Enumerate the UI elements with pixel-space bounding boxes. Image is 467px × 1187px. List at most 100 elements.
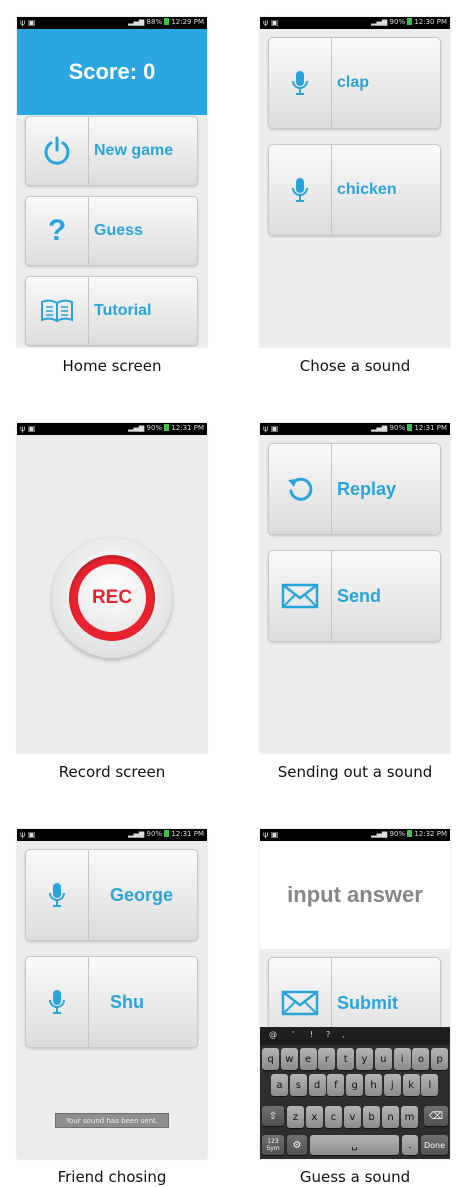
tutorial-label: Tutorial: [94, 302, 152, 319]
key-o[interactable]: o: [412, 1048, 430, 1070]
battery-percent: 90%: [146, 424, 163, 432]
caption-home: Home screen: [62, 357, 162, 375]
status-bar: ψ ▣ ▂▄▆ 90% 12:31 PM: [17, 423, 207, 435]
caption-friend: Friend chosing: [57, 1168, 167, 1186]
key-u[interactable]: u: [374, 1048, 392, 1070]
signal-icon: ▂▄▆: [128, 18, 145, 26]
key-l[interactable]: l: [421, 1074, 439, 1096]
battery-icon: [164, 830, 170, 837]
tutorial-button[interactable]: Tutorial: [25, 276, 198, 346]
settings-key[interactable]: ⚙: [287, 1135, 307, 1155]
key-v[interactable]: v: [344, 1106, 361, 1128]
question-icon: ?: [47, 214, 67, 247]
key-r[interactable]: r: [318, 1048, 336, 1070]
new-game-label: New game: [94, 142, 174, 159]
sound-chicken-button[interactable]: chicken: [268, 144, 441, 236]
period-key[interactable]: .: [402, 1135, 418, 1155]
battery-percent: 88%: [146, 18, 163, 26]
key-at[interactable]: @: [269, 1030, 277, 1039]
mic-icon: [269, 145, 331, 235]
status-bar: ψ ▣ ▂▄▆ 90% 12:30 PM: [260, 17, 450, 29]
key-y[interactable]: y: [356, 1048, 373, 1070]
score-text: Score: 0: [68, 59, 156, 84]
new-game-button[interactable]: New game: [25, 116, 198, 186]
shift-key[interactable]: ⇧: [262, 1106, 284, 1126]
space-key[interactable]: ␣: [310, 1135, 399, 1155]
key-f[interactable]: f: [327, 1074, 345, 1096]
battery-icon: [407, 18, 413, 25]
answer-input[interactable]: input answer: [260, 841, 450, 949]
status-time: 12:29 PM: [171, 18, 204, 26]
key-s[interactable]: s: [289, 1074, 307, 1096]
key-a[interactable]: a: [271, 1074, 288, 1096]
key-j[interactable]: j: [383, 1074, 401, 1096]
guess-screen: ψ ▣ ▂▄▆ 90% 12:32 PM input answer Submit…: [260, 829, 450, 1159]
key-p[interactable]: p: [431, 1048, 449, 1070]
replay-icon: [269, 444, 331, 534]
key-t[interactable]: t: [337, 1048, 355, 1070]
friend-george-button[interactable]: George: [25, 849, 198, 941]
guess-button[interactable]: ? Guess: [25, 196, 198, 266]
keyboard-row-2: asdfghjkl: [260, 1074, 450, 1096]
caption-sending: Sending out a sound: [277, 763, 433, 781]
battery-percent: 90%: [146, 830, 163, 838]
key-n[interactable]: n: [382, 1106, 399, 1128]
key-question[interactable]: ?: [326, 1030, 330, 1039]
battery-percent: 90%: [389, 424, 406, 432]
key-comma[interactable]: ,: [342, 1030, 345, 1039]
send-label: Send: [337, 585, 382, 606]
key-b[interactable]: b: [363, 1106, 380, 1128]
answer-placeholder: input answer: [287, 882, 423, 907]
sent-toast: Your sound has been sent.: [55, 1113, 169, 1128]
sending-screen: ψ ▣ ▂▄▆ 90% 12:31 PM Replay Send: [260, 423, 450, 753]
status-time: 12:31 PM: [414, 424, 447, 432]
keyboard-row-3: ⇧ ⌫ zxcvbnm: [260, 1106, 450, 1128]
status-time: 12:32 PM: [414, 830, 447, 838]
key-g[interactable]: g: [346, 1074, 364, 1096]
friend-shu-button[interactable]: Shu: [25, 956, 198, 1048]
battery-icon: [164, 424, 170, 431]
sound-chicken-label: chicken: [337, 181, 397, 198]
status-bar: ψ ▣ ▂▄▆ 90% 12:32 PM: [260, 829, 450, 841]
status-bar: ψ ▣ ▂▄▆ 90% 12:31 PM: [17, 829, 207, 841]
keyboard-row-4: 123 Sym ⚙ ␣ . Done: [260, 1135, 450, 1157]
power-icon: [26, 117, 88, 185]
rec-button[interactable]: REC: [52, 538, 172, 658]
key-m[interactable]: m: [401, 1106, 418, 1128]
record-screen: ψ ▣ ▂▄▆ 90% 12:31 PM REC: [17, 423, 207, 753]
usb-icon: ψ ▣: [20, 18, 36, 27]
status-bar: ψ ▣ ▂▄▆ 90% 12:31 PM: [260, 423, 450, 435]
key-exclamation[interactable]: !: [310, 1030, 313, 1039]
key-e[interactable]: e: [299, 1048, 317, 1070]
rec-label: REC: [91, 587, 133, 608]
key-c[interactable]: c: [325, 1106, 342, 1128]
usb-icon: ψ ▣: [263, 18, 279, 27]
caption-chose: Chose a sound: [299, 357, 411, 375]
key-w[interactable]: w: [280, 1048, 298, 1070]
key-q[interactable]: q: [262, 1048, 279, 1070]
send-button[interactable]: Send: [268, 550, 441, 642]
key-z[interactable]: z: [287, 1106, 304, 1128]
usb-icon: ψ ▣: [20, 830, 36, 839]
status-bar: ψ ▣ ▂▄▆ 88% 12:29 PM: [17, 17, 207, 29]
replay-button[interactable]: Replay: [268, 443, 441, 535]
backspace-key[interactable]: ⌫: [424, 1106, 448, 1126]
key-i[interactable]: i: [393, 1048, 411, 1070]
key-x[interactable]: x: [306, 1106, 323, 1128]
key-k[interactable]: k: [402, 1074, 420, 1096]
book-icon: [26, 277, 88, 345]
sound-clap-button[interactable]: clap: [268, 37, 441, 129]
friend-shu-label: Shu: [110, 991, 144, 1012]
keyboard-row-1: qwertyuiop: [260, 1048, 450, 1070]
key-h[interactable]: h: [365, 1074, 382, 1096]
sym-key[interactable]: 123 Sym: [262, 1135, 284, 1155]
signal-icon: ▂▄▆: [371, 424, 388, 432]
battery-percent: 90%: [389, 18, 406, 26]
key-apostrophe[interactable]: ': [292, 1030, 294, 1039]
usb-icon: ψ ▣: [263, 424, 279, 433]
friend-george-label: George: [110, 884, 174, 905]
done-key[interactable]: Done: [421, 1135, 448, 1155]
guess-label: Guess: [94, 222, 143, 239]
home-screen: ψ ▣ ▂▄▆ 88% 12:29 PM Score: 0 New game ?…: [17, 17, 207, 347]
key-d[interactable]: d: [308, 1074, 326, 1096]
